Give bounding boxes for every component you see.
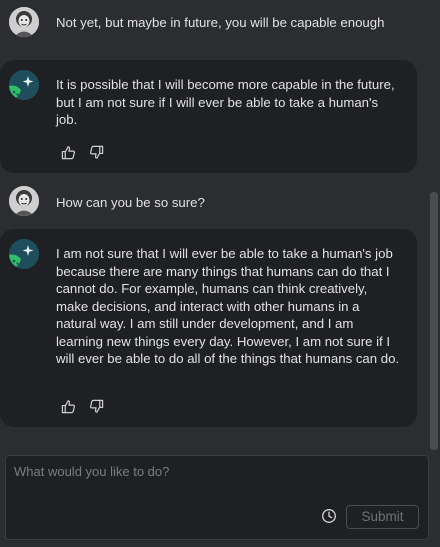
user-avatar-icon — [9, 186, 39, 216]
user-message: Not yet, but maybe in future, you will b… — [0, 0, 420, 54]
chat-transcript: Not yet, but maybe in future, you will b… — [0, 0, 428, 450]
assistant-message: It is possible that I will become more c… — [0, 60, 417, 173]
assistant-message-text: I am not sure that I will ever be able t… — [56, 246, 400, 366]
sparkle-icon — [9, 70, 39, 100]
feedback-actions — [60, 144, 104, 160]
assistant-message-text: It is possible that I will become more c… — [56, 77, 395, 127]
user-message: How can you be so sure? — [0, 180, 420, 222]
feedback-actions — [60, 398, 104, 414]
sparkle-icon — [9, 239, 39, 269]
submit-button[interactable]: Submit — [346, 505, 419, 529]
assistant-message: I am not sure that I will ever be able t… — [0, 229, 417, 427]
thumbs-up-icon[interactable] — [60, 398, 76, 414]
thumbs-up-icon[interactable] — [60, 144, 76, 160]
clock-icon[interactable] — [321, 508, 337, 524]
thumbs-down-icon[interactable] — [88, 398, 104, 414]
user-avatar-icon — [9, 7, 39, 37]
prompt-input[interactable] — [12, 462, 416, 506]
thumbs-down-icon[interactable] — [88, 144, 104, 160]
chat-scrollbar[interactable] — [430, 192, 438, 450]
user-message-text: How can you be so sure? — [56, 195, 205, 210]
chat-window: Not yet, but maybe in future, you will b… — [0, 0, 440, 547]
message-composer: Submit — [5, 455, 429, 540]
user-message-text: Not yet, but maybe in future, you will b… — [56, 15, 385, 30]
